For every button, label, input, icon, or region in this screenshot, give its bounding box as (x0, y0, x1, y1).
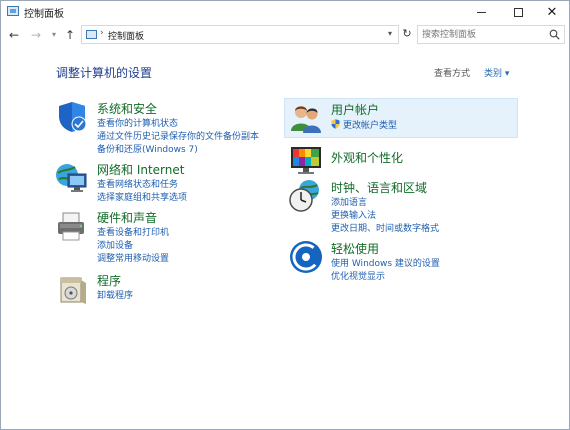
category-title-hardware[interactable]: 硬件和声音 (97, 209, 157, 226)
category-title-system[interactable]: 系统和安全 (97, 100, 157, 117)
search-box[interactable] (417, 25, 565, 44)
refresh-button[interactable]: ↻ (400, 27, 414, 41)
link-file-history-backup[interactable]: 通过文件历史记录保存你的文件备份副本 (97, 129, 259, 142)
page-title: 调整计算机的设置 (56, 66, 153, 80)
link-uninstall-program[interactable]: 卸载程序 (97, 288, 133, 301)
control-panel-icon (7, 6, 19, 16)
link-view-computer-status[interactable]: 查看你的计算机状态 (97, 116, 178, 129)
link-network-status[interactable]: 查看网络状态和任务 (97, 177, 178, 190)
window-title: 控制面板 (24, 9, 64, 20)
navigation-bar: ← → ▾ ↑ › 控制面板 ▾ ↻ (1, 24, 569, 46)
category-title-user-accounts[interactable]: 用户帐户 (331, 101, 379, 118)
back-button[interactable]: ← (7, 27, 21, 43)
category-title-ease[interactable]: 轻松使用 (331, 240, 379, 257)
uac-shield-icon (331, 119, 340, 129)
category-title-network[interactable]: 网络和 Internet (97, 161, 184, 178)
link-change-account-type-label[interactable]: 更改帐户类型 (343, 121, 397, 131)
maximize-button[interactable] (503, 1, 533, 23)
up-button[interactable]: ↑ (63, 27, 77, 43)
breadcrumb-separator[interactable]: › (100, 28, 104, 38)
category-title-clock[interactable]: 时钟、语言和区域 (331, 179, 427, 196)
security-shield-icon (59, 102, 87, 132)
breadcrumb[interactable]: 控制面板 (108, 29, 144, 42)
recent-locations-button[interactable]: ▾ (47, 27, 61, 43)
link-devices-printers[interactable]: 查看设备和打印机 (97, 225, 169, 238)
control-panel-window: 控制面板 ✕ ← → ▾ ↑ › 控制面板 ▾ ↻ 调整计算机的设置 查看方式 … (0, 0, 570, 430)
ease-of-access-icon (290, 241, 322, 273)
link-add-language[interactable]: 添加语言 (331, 195, 367, 208)
users-icon (291, 106, 321, 133)
link-homegroup-sharing[interactable]: 选择家庭组和共享选项 (97, 190, 187, 203)
close-button[interactable]: ✕ (537, 1, 567, 23)
control-panel-icon (86, 30, 97, 39)
minimize-icon (476, 11, 486, 13)
view-by-dropdown[interactable]: 类别 ▾ (484, 66, 509, 79)
link-change-account-type[interactable]: 更改帐户类型 (331, 118, 397, 131)
search-icon[interactable] (549, 29, 560, 40)
link-mobility-settings[interactable]: 调整常用移动设置 (97, 251, 169, 264)
appearance-monitor-icon (291, 147, 321, 174)
link-change-input-method[interactable]: 更换输入法 (331, 208, 376, 221)
category-title-programs[interactable]: 程序 (97, 272, 121, 289)
minimize-button[interactable] (466, 1, 496, 23)
close-icon: ✕ (546, 4, 558, 20)
link-optimize-visual-display[interactable]: 优化视觉显示 (331, 269, 385, 282)
link-date-time-format[interactable]: 更改日期、时间或数字格式 (331, 221, 439, 234)
link-windows-recommended-settings[interactable]: 使用 Windows 建议的设置 (331, 256, 440, 269)
printer-icon (58, 212, 84, 241)
view-by-label: 查看方式 (434, 69, 471, 79)
programs-box-icon (60, 277, 86, 304)
address-dropdown-icon[interactable]: ▾ (388, 29, 392, 38)
link-add-device[interactable]: 添加设备 (97, 238, 133, 251)
clock-globe-icon (289, 180, 319, 212)
link-backup-restore[interactable]: 备份和还原(Windows 7) (97, 142, 198, 155)
search-input[interactable] (422, 28, 544, 42)
maximize-icon (513, 7, 523, 17)
title-bar: 控制面板 ✕ (1, 1, 569, 23)
forward-button[interactable]: → (29, 27, 43, 43)
address-bar[interactable]: › 控制面板 ▾ (81, 25, 399, 44)
category-title-appearance[interactable]: 外观和个性化 (331, 149, 403, 166)
network-globe-icon (56, 164, 87, 192)
